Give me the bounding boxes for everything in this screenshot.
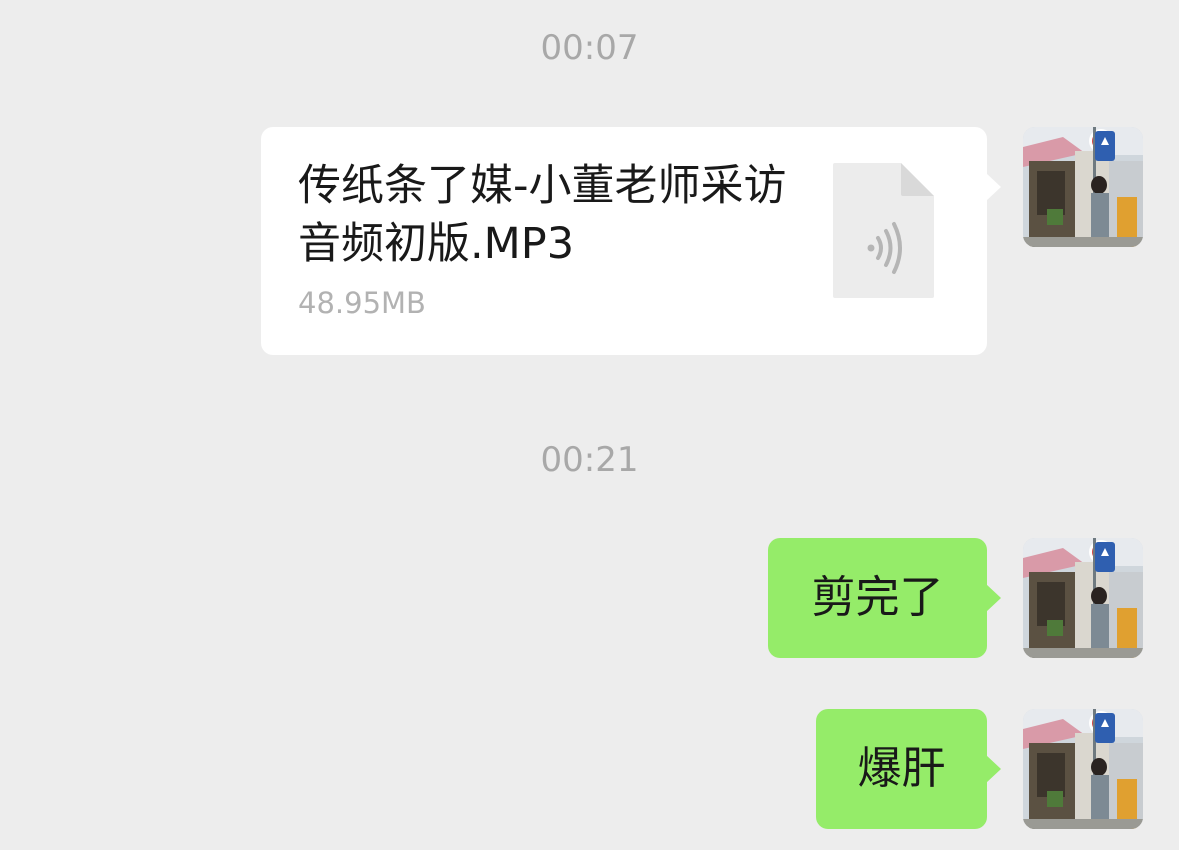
- text-message-bubble[interactable]: 爆肝: [816, 709, 1001, 829]
- timestamp: 00:07: [540, 28, 639, 68]
- text-message-bubble[interactable]: 剪完了: [768, 538, 1001, 658]
- message-text: 剪完了: [811, 572, 944, 623]
- avatar[interactable]: [1023, 709, 1143, 829]
- file-name: 传纸条了媒-小董老师采访音频初版.MP3: [298, 161, 787, 269]
- file-message-bubble[interactable]: 传纸条了媒-小董老师采访音频初版.MP3 48.95MB: [261, 127, 1001, 355]
- file-size: 48.95MB: [298, 286, 426, 320]
- bubble-tail: [986, 173, 1001, 201]
- avatar[interactable]: [1023, 127, 1143, 247]
- bubble-tail: [986, 755, 1001, 783]
- audio-file-icon: [833, 163, 934, 298]
- bubble-tail: [986, 584, 1001, 612]
- message-text: 爆肝: [857, 743, 946, 794]
- avatar[interactable]: [1023, 538, 1143, 658]
- timestamp: 00:21: [540, 440, 639, 480]
